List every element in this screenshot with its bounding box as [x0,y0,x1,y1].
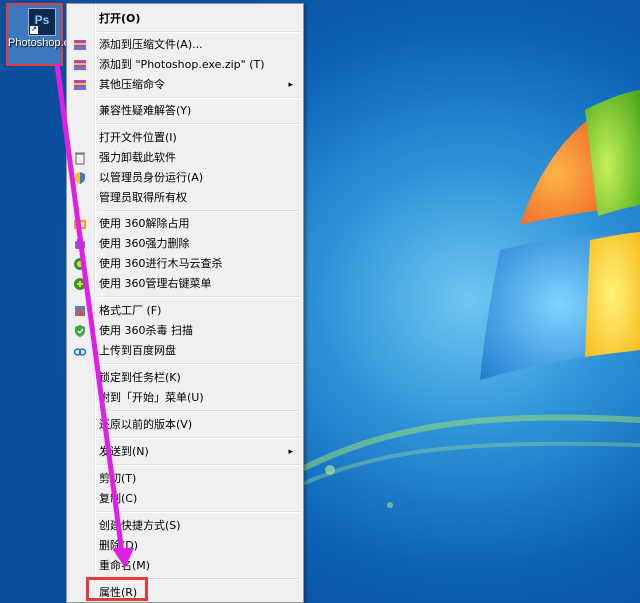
menu-item-create-shortcut[interactable]: 创建快捷方式(S) [69,516,301,536]
menu-item-label: 还原以前的版本(V) [99,418,193,431]
menu-separator [97,210,301,212]
shortcut-arrow-icon: ↗ [30,26,38,34]
menu-item-label: 使用 360杀毒 扫描 [99,324,193,337]
360-unlock-icon [73,217,87,231]
menu-item-pin-taskbar[interactable]: 锁定到任务栏(K) [69,368,301,388]
menu-item-label: 上传到百度网盘 [99,344,176,357]
menu-item-label: 添加到 "Photoshop.exe.zip" (T) [99,58,265,71]
menu-item-label: 使用 360管理右键菜单 [99,277,212,290]
menu-item-label: 附到「开始」菜单(U) [99,391,204,404]
menu-item-label: 以管理员身份运行(A) [99,171,204,184]
menu-item-360-manage-menu[interactable]: 使用 360管理右键菜单 [69,274,301,294]
menu-item-label: 强力卸载此软件 [99,151,176,164]
submenu-arrow-icon: ▸ [288,447,293,457]
trash-icon [73,151,87,165]
menu-separator [97,123,301,125]
menu-item-rename[interactable]: 重命名(M) [69,556,301,576]
menu-item-label: 复制(C) [99,492,138,505]
menu-item-label: 删除(D) [99,539,139,552]
menu-item-label: 使用 360强力删除 [99,237,190,250]
menu-separator [97,97,301,99]
uac-shield-icon [73,171,87,185]
menu-item-label: 格式工厂 (F) [99,304,162,317]
menu-item-copy[interactable]: 复制(C) [69,489,301,509]
menu-item-restore-versions[interactable]: 还原以前的版本(V) [69,415,301,435]
menu-item-label: 使用 360解除占用 [99,217,190,230]
menu-item-label: 其他压缩命令 [99,78,165,91]
menu-item-take-ownership[interactable]: 管理员取得所有权 [69,188,301,208]
menu-item-send-to[interactable]: 发送到(N) ▸ [69,442,301,462]
menu-item-label: 创建快捷方式(S) [99,519,181,532]
menu-item-label: 兼容性疑难解答(Y) [99,104,192,117]
360-antivirus-icon [73,324,87,338]
360-delete-icon [73,237,87,251]
format-factory-icon [73,304,87,318]
menu-separator [97,31,301,33]
menu-item-other-compress[interactable]: 其他压缩命令 ▸ [69,75,301,95]
winrar-icon [73,78,87,92]
winrar-icon [73,38,87,52]
menu-item-open-file-location[interactable]: 打开文件位置(I) [69,128,301,148]
menu-separator [97,511,301,513]
menu-item-add-to-archive[interactable]: 添加到压缩文件(A)... [69,35,301,55]
menu-item-label: 打开文件位置(I) [99,131,177,144]
menu-item-label: 管理员取得所有权 [99,191,187,204]
menu-item-label: 剪切(T) [99,472,137,485]
menu-item-label: 发送到(N) [99,445,149,458]
menu-item-label: 重命名(M) [99,559,151,572]
menu-item-compat-troubleshoot[interactable]: 兼容性疑难解答(Y) [69,101,301,121]
menu-item-360-antivirus[interactable]: 使用 360杀毒 扫描 [69,321,301,341]
menu-item-run-as-admin[interactable]: 以管理员身份运行(A) [69,168,301,188]
baidu-netdisk-icon [73,344,87,358]
menu-item-label: 锁定到任务栏(K) [99,371,181,384]
360-scan-icon [73,257,87,271]
360-menu-icon [73,277,87,291]
menu-item-360-unlock[interactable]: 使用 360解除占用 [69,214,301,234]
desktop-icon-label: Photoshop.exe [8,37,82,49]
menu-item-label: 打开(O) [99,12,141,25]
menu-item-format-factory[interactable]: 格式工厂 (F) [69,301,301,321]
menu-item-add-to-zip[interactable]: 添加到 "Photoshop.exe.zip" (T) [69,55,301,75]
menu-item-open[interactable]: 打开(O) [69,9,301,29]
menu-separator [97,410,301,412]
menu-item-label: 使用 360进行木马云查杀 [99,257,223,270]
context-menu: 打开(O) 添加到压缩文件(A)... 添加到 "Photoshop.exe.z… [66,3,304,603]
menu-item-label: 添加到压缩文件(A)... [99,38,203,51]
winrar-icon [73,58,87,72]
menu-item-360-force-delete[interactable]: 使用 360强力删除 [69,234,301,254]
properties-highlight-box [86,577,148,601]
menu-item-cut[interactable]: 剪切(T) [69,469,301,489]
menu-item-force-uninstall[interactable]: 强力卸载此软件 [69,148,301,168]
menu-separator [97,296,301,298]
menu-item-pin-start[interactable]: 附到「开始」菜单(U) [69,388,301,408]
menu-item-360-trojan-scan[interactable]: 使用 360进行木马云查杀 [69,254,301,274]
menu-separator [97,464,301,466]
menu-separator [97,363,301,365]
partial-desktop-icon [0,340,3,351]
submenu-arrow-icon: ▸ [288,80,293,90]
menu-separator [97,437,301,439]
menu-item-delete[interactable]: 删除(D) [69,536,301,556]
menu-item-baidu-upload[interactable]: 上传到百度网盘 [69,341,301,361]
photoshop-icon: Ps ↗ [28,8,56,36]
